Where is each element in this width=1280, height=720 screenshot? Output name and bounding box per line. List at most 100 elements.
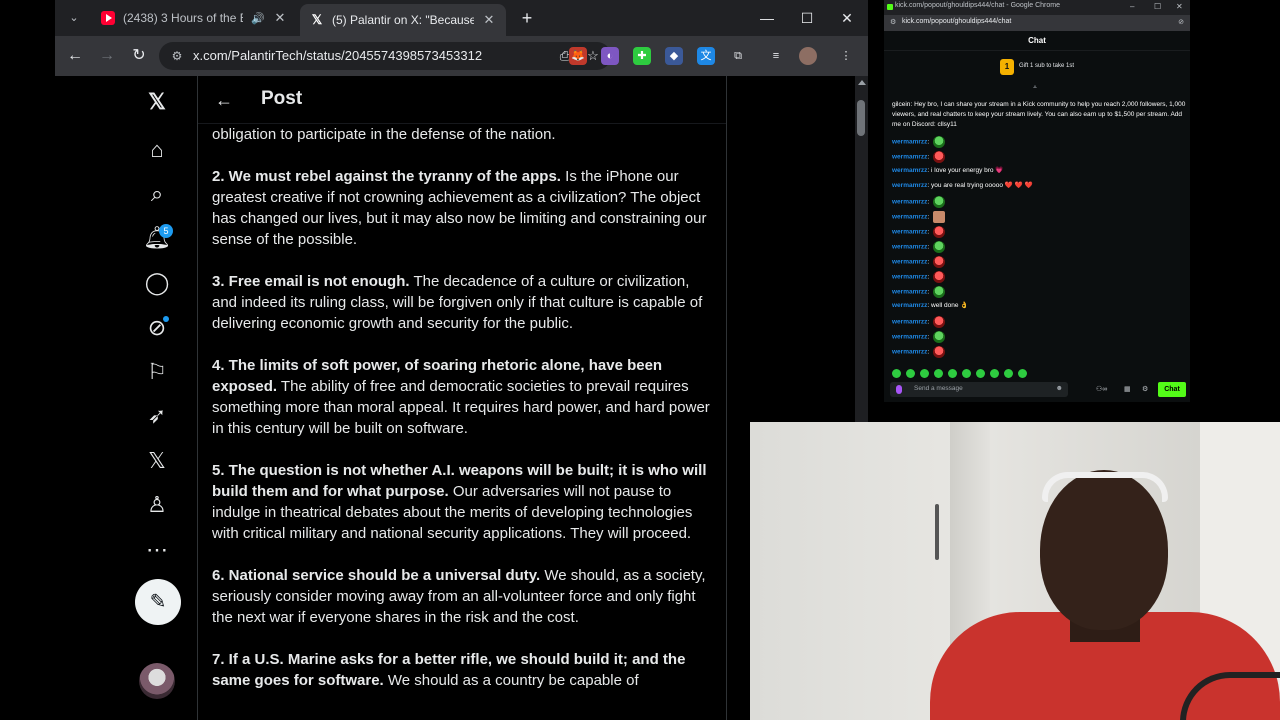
emote-icon[interactable]: [948, 369, 957, 378]
profile-icon[interactable]: ♙: [137, 485, 177, 525]
speaker-icon[interactable]: 🔊: [251, 12, 265, 25]
chat-username[interactable]: wermamrzz: [892, 167, 927, 174]
chat-username[interactable]: wermamrzz: [892, 214, 927, 221]
jobs-rocket-icon[interactable]: ➶: [137, 396, 177, 436]
premium-x-icon[interactable]: 𝕏: [137, 441, 177, 481]
chat-username[interactable]: wermamrzz: [892, 274, 927, 281]
chat-username[interactable]: wermamrzz: [892, 302, 927, 309]
emote-icon[interactable]: [1004, 369, 1013, 378]
bookmark-star-icon[interactable]: ☆: [585, 48, 601, 64]
extension-fox-icon[interactable]: 🦊: [569, 47, 587, 65]
chat-username[interactable]: wermamrzz: [892, 349, 927, 356]
chat-username[interactable]: wermamrzz: [892, 289, 927, 296]
tab-youtube[interactable]: (2438) 3 Hours of the Best S 🔊 ✕: [91, 4, 297, 32]
chat-username[interactable]: wermamrzz: [892, 334, 927, 341]
profile-avatar-icon[interactable]: [799, 47, 817, 65]
post-paragraph: 5. The question is not whether A.I. weap…: [212, 460, 712, 544]
forward-icon[interactable]: →: [95, 44, 119, 68]
notifications-bell-icon[interactable]: 🔔︎ 5: [137, 218, 177, 258]
chat-username[interactable]: wermamrzz: [892, 229, 927, 236]
maximize-icon[interactable]: ☐: [795, 6, 819, 30]
emote-icon[interactable]: [1018, 369, 1027, 378]
gift-sub-banner[interactable]: 1 Gift 1 sub to take 1st: [884, 54, 1190, 80]
chat-emote-icon: [933, 136, 946, 148]
x-logo-icon[interactable]: 𝕏: [137, 82, 177, 122]
chat-emote-icon: [933, 316, 946, 328]
bookmarks-icon[interactable]: ⚐: [137, 352, 177, 392]
scroll-down-chevron-icon[interactable]: ⩡: [1033, 84, 1037, 92]
home-icon[interactable]: ⌂: [137, 130, 177, 170]
site-info-icon[interactable]: ⚙: [890, 18, 896, 26]
chat-message: wermamrzz:: [892, 286, 946, 298]
tab-x-post[interactable]: 𝕏 (5) Palantir on X: "Because we g ✕: [300, 4, 506, 36]
chat-window-titlebar: kick.com/popout/ghouldips444/chat - Goog…: [884, 0, 1190, 15]
notifications-badge: 5: [159, 224, 173, 238]
emote-icon[interactable]: [976, 369, 985, 378]
chat-users-icon[interactable]: ⚇∞: [1096, 385, 1107, 393]
extensions-puzzle-icon[interactable]: ⧉: [729, 47, 747, 65]
chat-username[interactable]: wermamrzz: [892, 244, 927, 251]
chat-message: wermamrzz: well done 👌: [892, 302, 969, 309]
calendar-icon[interactable]: ▦: [1124, 385, 1131, 393]
emote-icon[interactable]: [962, 369, 971, 378]
eye-off-icon[interactable]: ⊘: [1178, 18, 1184, 26]
chat-username[interactable]: wermamrzz: [892, 199, 927, 206]
chat-address-bar[interactable]: ⚙ kick.com/popout/ghouldips444/chat ⊘: [884, 15, 1190, 31]
scroll-thumb[interactable]: [857, 100, 865, 136]
emote-icon[interactable]: [920, 369, 929, 378]
grok-icon[interactable]: ⊘: [137, 308, 177, 348]
close-tab-icon[interactable]: ✕: [482, 12, 496, 28]
chat-window-title: kick.com/popout/ghouldips444/chat - Goog…: [895, 2, 1060, 9]
menu-kebab-icon[interactable]: ⋮: [837, 47, 855, 65]
chat-username[interactable]: wermamrzz: [892, 139, 927, 146]
send-chat-button[interactable]: Chat: [1158, 382, 1186, 397]
maximize-icon[interactable]: ☐: [1154, 2, 1161, 11]
more-icon[interactable]: ⋯: [137, 530, 177, 570]
emote-icon[interactable]: [934, 369, 943, 378]
reload-icon[interactable]: ↻: [127, 44, 151, 68]
post-paragraph-text: The ability of free and democratic socie…: [212, 378, 710, 437]
address-bar[interactable]: ⚙ x.com/PalantirTech/status/204557439857…: [159, 42, 611, 70]
close-tab-icon[interactable]: ✕: [273, 10, 287, 26]
kick-logo-icon: [887, 4, 893, 10]
back-icon[interactable]: ←: [63, 44, 87, 68]
emote-icon[interactable]: [906, 369, 915, 378]
emote-icon[interactable]: [892, 369, 901, 378]
webcam-feed: [750, 422, 1280, 720]
chat-input[interactable]: Send a message ☻: [890, 382, 1068, 397]
minimize-icon[interactable]: —: [755, 6, 779, 30]
scroll-up-icon[interactable]: [858, 80, 866, 85]
browser-toolbar: ← → ↻ ⚙ x.com/PalantirTech/status/204557…: [55, 36, 868, 76]
back-arrow-icon[interactable]: ←: [212, 88, 236, 112]
minimize-icon[interactable]: –: [1130, 2, 1134, 11]
emoji-icon[interactable]: ☻: [1056, 385, 1063, 392]
chat-username[interactable]: wermamrzz: [892, 259, 927, 266]
settings-gear-icon[interactable]: ⚙: [1142, 385, 1148, 393]
extension-shield-icon[interactable]: ◆: [665, 47, 683, 65]
account-avatar[interactable]: [139, 663, 175, 699]
chat-username[interactable]: wermamrzz: [892, 154, 927, 161]
close-window-icon[interactable]: ✕: [835, 6, 859, 30]
search-icon[interactable]: ⌕: [137, 174, 177, 214]
x-sidebar: 𝕏 ⌂ ⌕ 🔔︎ 5 ◯ ⊘ ⚐ ➶ 𝕏 ♙ ⋯ ✎: [133, 76, 181, 720]
extension-purple-icon[interactable]: ◐: [601, 47, 619, 65]
extension-translate-icon[interactable]: 文: [697, 47, 715, 65]
post-paragraph: 6. National service should be a universa…: [212, 565, 712, 628]
chat-username[interactable]: gilcein: [892, 101, 910, 108]
chat-username[interactable]: wermamrzz: [892, 319, 927, 326]
emote-icon[interactable]: [990, 369, 999, 378]
compose-post-button[interactable]: ✎: [135, 579, 181, 625]
chat-message: wermamrzz:: [892, 196, 946, 208]
messages-icon[interactable]: ◯: [137, 263, 177, 303]
site-info-icon[interactable]: ⚙: [169, 48, 185, 64]
mic-icon[interactable]: [896, 385, 902, 394]
chat-emote-icon: [933, 241, 946, 253]
tab-search-icon[interactable]: ⌄: [63, 7, 85, 29]
extension-green-icon[interactable]: ✚: [633, 47, 651, 65]
new-tab-icon[interactable]: +: [515, 6, 539, 30]
chat-username[interactable]: wermamrzz: [892, 182, 927, 189]
close-window-icon[interactable]: ✕: [1176, 2, 1183, 11]
post-paragraph-text: We should as a country be capable of: [383, 672, 639, 689]
chat-message: wermamrzz:: [892, 226, 946, 238]
media-control-icon[interactable]: ≡: [767, 47, 785, 65]
